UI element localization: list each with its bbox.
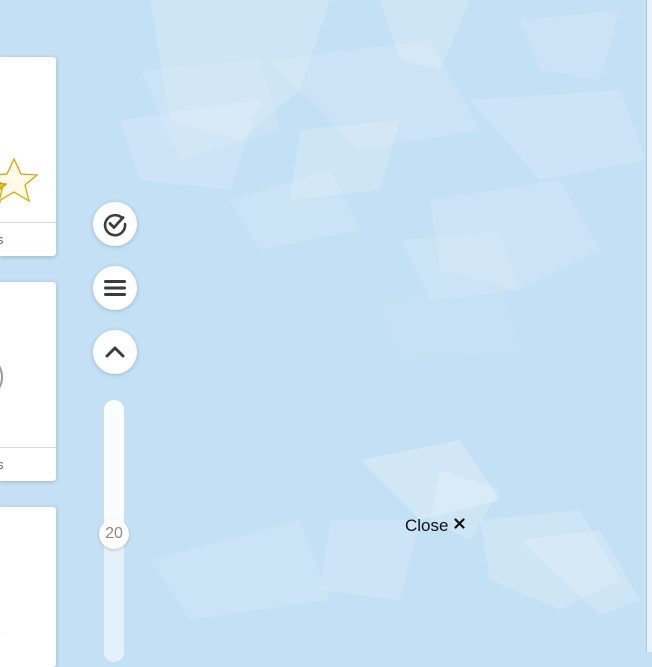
card-1[interactable]: s [0, 57, 56, 256]
menu-button[interactable] [93, 266, 137, 310]
slider-fill [104, 400, 124, 534]
close-button[interactable]: Close [405, 516, 466, 536]
slider-value: 20 [105, 525, 123, 542]
close-icon [454, 517, 466, 529]
check-button[interactable] [93, 202, 137, 246]
slider-thumb[interactable]: 20 [99, 519, 129, 549]
card-footer-text: s [0, 232, 4, 247]
stars-icon [0, 157, 39, 204]
card-3[interactable]: ▸ [0, 507, 56, 667]
scroll-up-button[interactable] [93, 330, 137, 374]
card-footer: s [0, 222, 56, 256]
card-2[interactable]: s [0, 282, 56, 481]
chevron-up-icon [105, 346, 125, 358]
card-footer-text: s [0, 457, 4, 472]
close-label: Close [405, 516, 449, 535]
check-circle-icon [103, 213, 127, 237]
hamburger-menu-icon [104, 280, 126, 296]
arrow-icon: ▸ [0, 625, 1, 641]
background-clouds [0, 0, 652, 652]
circle-icon [0, 365, 3, 389]
right-edge-panel [647, 0, 652, 652]
card-footer: s [0, 447, 56, 481]
